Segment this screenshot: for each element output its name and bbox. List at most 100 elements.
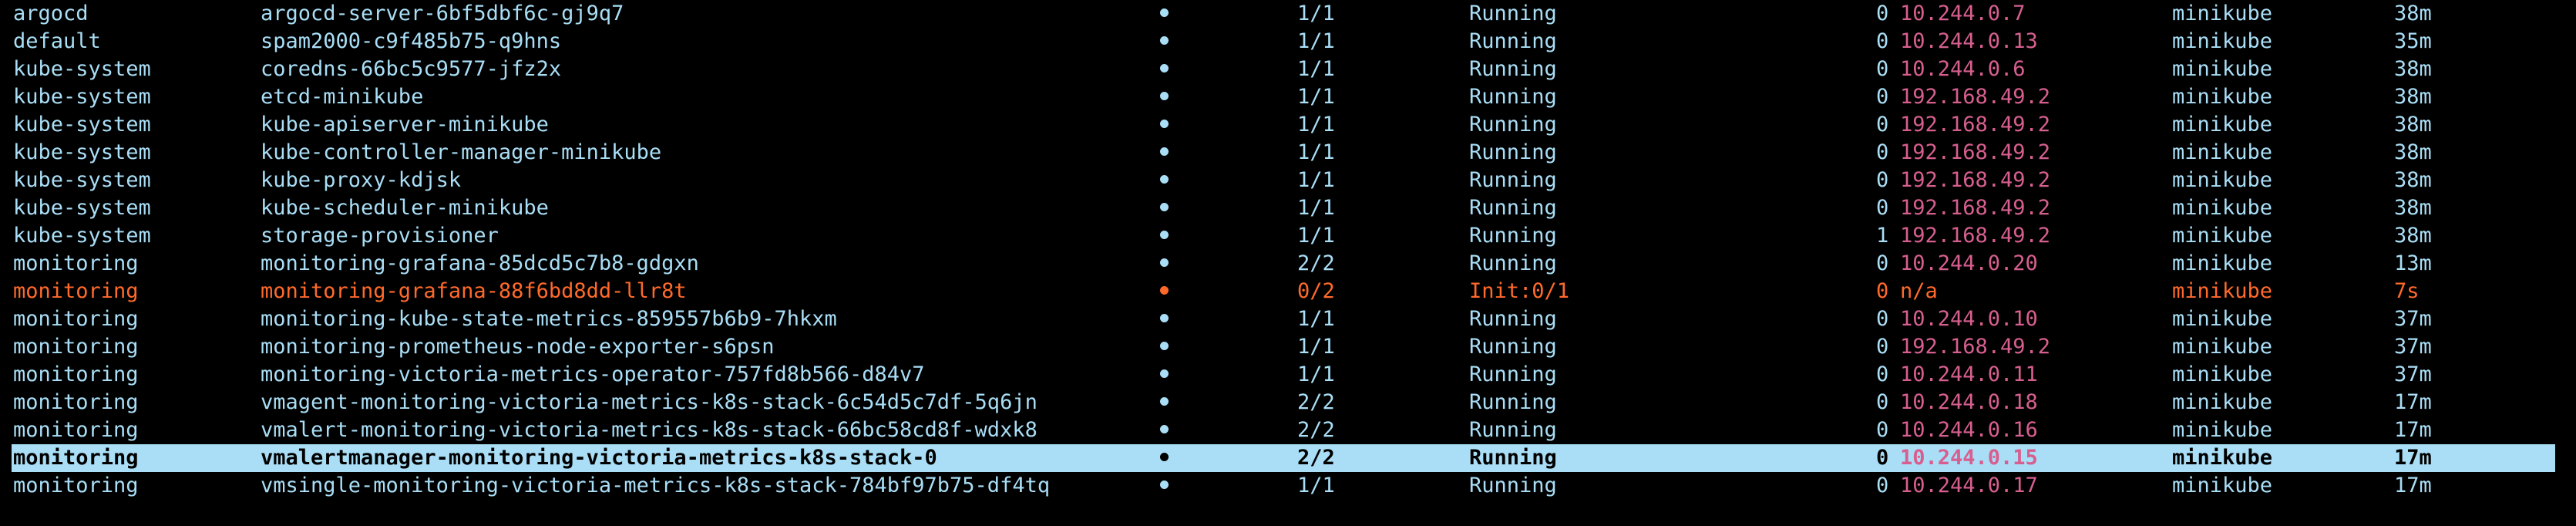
- pod-namespace: kube-system: [13, 85, 151, 109]
- pod-node: minikube: [2172, 251, 2273, 275]
- pod-age: 38m: [2394, 168, 2432, 192]
- pod-name: vmalert-monitoring-victoria-metrics-k8s-…: [261, 418, 1037, 442]
- pod-status: Init:0/1: [1469, 279, 1570, 303]
- pod-status: Running: [1469, 113, 1557, 137]
- pod-restarts: 0: [1876, 113, 1889, 137]
- pod-name: spam2000-c9f485b75-q9hns: [261, 29, 562, 53]
- pod-name: monitoring-victoria-metrics-operator-757…: [261, 362, 925, 386]
- pod-status: Running: [1469, 2, 1557, 25]
- pod-ip: 10.244.0.20: [1900, 251, 2038, 275]
- table-row[interactable]: monitoring monitoring-victoria-metrics-op…: [0, 361, 2576, 389]
- pod-ready: 1/1: [1297, 2, 1335, 25]
- pod-ip: 192.168.49.2: [1900, 224, 2051, 248]
- table-row[interactable]: monitoring vmalert-monitoring-victoria-me…: [0, 416, 2576, 444]
- pod-ready: 1/1: [1297, 140, 1335, 164]
- pod-status: Running: [1469, 85, 1557, 109]
- pod-ip: 10.244.0.7: [1900, 2, 2026, 25]
- status-dot-icon: [1160, 175, 1169, 184]
- table-row[interactable]: kube-system coredns-66bc5c9577-jfz2x 1/1 Ru…: [0, 56, 2576, 83]
- status-dot-icon: [1160, 36, 1169, 45]
- pod-ip: 10.244.0.11: [1900, 362, 2038, 386]
- table-row[interactable]: monitoring monitoring-grafana-85dcd5c7b8-…: [0, 250, 2576, 278]
- status-dot-icon: [1160, 92, 1169, 100]
- status-dot-icon: [1160, 286, 1169, 295]
- pod-status: Running: [1469, 418, 1557, 442]
- pod-ready: 2/2: [1297, 446, 1335, 470]
- pod-restarts: 0: [1876, 335, 1889, 359]
- pod-name: vmagent-monitoring-victoria-metrics-k8s-…: [261, 390, 1037, 414]
- pod-name: coredns-66bc5c9577-jfz2x: [261, 57, 562, 81]
- table-row[interactable]: default spam2000-c9f485b75-q9hns 1/1 Runnin…: [0, 28, 2576, 56]
- pod-name: monitoring-grafana-85dcd5c7b8-gdgxn: [261, 251, 699, 275]
- pod-ready: 1/1: [1297, 196, 1335, 220]
- pod-restarts: 0: [1876, 474, 1889, 497]
- status-indicator: [1160, 333, 1169, 361]
- status-dot-icon: [1160, 314, 1169, 322]
- pod-namespace: kube-system: [13, 140, 151, 164]
- pod-ip: 10.244.0.15: [1900, 446, 2038, 470]
- pod-namespace: monitoring: [13, 335, 139, 359]
- pod-namespace: kube-system: [13, 57, 151, 81]
- pod-namespace: monitoring: [13, 251, 139, 275]
- pod-namespace: default: [13, 29, 101, 53]
- pod-status: Running: [1469, 57, 1557, 81]
- status-dot-icon: [1160, 397, 1169, 406]
- pod-status: Running: [1469, 307, 1557, 331]
- table-row[interactable]: kube-system kube-apiserver-minikube 1/1 Run…: [0, 111, 2576, 139]
- pod-status: Running: [1469, 168, 1557, 192]
- pod-node: minikube: [2172, 418, 2273, 442]
- pod-node: minikube: [2172, 196, 2273, 220]
- pod-namespace: kube-system: [13, 224, 151, 248]
- pod-ip: 192.168.49.2: [1900, 335, 2051, 359]
- pod-ready: 1/1: [1297, 57, 1335, 81]
- pod-age: 17m: [2394, 418, 2432, 442]
- pod-age: 17m: [2394, 390, 2432, 414]
- pod-ready: 2/2: [1297, 251, 1335, 275]
- status-dot-icon: [1160, 147, 1169, 156]
- table-row[interactable]: kube-system kube-proxy-kdjsk 1/1 Running 0 19…: [0, 167, 2576, 194]
- pod-name: kube-apiserver-minikube: [261, 113, 549, 137]
- table-row[interactable]: monitoring monitoring-kube-state-metrics-…: [0, 305, 2576, 333]
- pod-name: vmalertmanager-monitoring-victoria-metri…: [261, 446, 937, 470]
- pod-age: 38m: [2394, 140, 2432, 164]
- pod-node: minikube: [2172, 446, 2273, 470]
- table-row[interactable]: monitoring monitoring-prometheus-node-exp…: [0, 333, 2576, 361]
- status-dot-icon: [1160, 120, 1169, 128]
- status-indicator: [1160, 83, 1169, 111]
- pod-age: 17m: [2394, 474, 2432, 497]
- status-indicator: [1160, 416, 1169, 444]
- pod-ready: 2/2: [1297, 418, 1335, 442]
- pod-name: storage-provisioner: [261, 224, 499, 248]
- status-dot-icon: [1160, 369, 1169, 378]
- pod-ip: 10.244.0.6: [1900, 57, 2026, 81]
- status-dot-icon: [1160, 453, 1169, 461]
- pods-table: argocd argocd-server-6bf5dbf6c-gj9q7 1/1 Ru…: [0, 0, 2576, 500]
- table-row[interactable]: monitoring monitoring-grafana-88f6bd8dd-l…: [0, 278, 2576, 305]
- table-row[interactable]: monitoring vmsingle-monitoring-victoria-m…: [0, 472, 2576, 500]
- status-indicator: [1160, 222, 1169, 250]
- pod-age: 38m: [2394, 196, 2432, 220]
- table-row[interactable]: monitoring vmagent-monitoring-victoria-me…: [0, 389, 2576, 416]
- pod-node: minikube: [2172, 140, 2273, 164]
- table-row[interactable]: kube-system storage-provisioner 1/1 Running…: [0, 222, 2576, 250]
- status-dot-icon: [1160, 425, 1169, 433]
- pod-namespace: monitoring: [13, 307, 139, 331]
- pod-status: Running: [1469, 390, 1557, 414]
- table-row[interactable]: argocd argocd-server-6bf5dbf6c-gj9q7 1/1 Ru…: [0, 0, 2576, 28]
- pod-namespace: monitoring: [13, 418, 139, 442]
- table-row[interactable]: kube-system etcd-minikube 1/1 Running 0 192.1…: [0, 83, 2576, 111]
- table-row-selected[interactable]: monitoring vmalertmanager-monitoring-vict…: [12, 444, 2555, 472]
- pod-restarts: 0: [1876, 251, 1889, 275]
- pod-status: Running: [1469, 362, 1557, 386]
- status-dot-icon: [1160, 203, 1169, 211]
- status-indicator: [1160, 167, 1169, 194]
- pod-namespace: kube-system: [13, 168, 151, 192]
- table-row[interactable]: kube-system kube-scheduler-minikube 1/1 Run…: [0, 194, 2576, 222]
- pod-namespace: monitoring: [13, 362, 139, 386]
- status-indicator: [1160, 305, 1169, 333]
- pod-ip: 10.244.0.13: [1900, 29, 2038, 53]
- pod-restarts: 0: [1876, 279, 1889, 303]
- table-row[interactable]: kube-system kube-controller-manager-minik…: [0, 139, 2576, 167]
- status-indicator: [1160, 472, 1169, 500]
- pod-status: Running: [1469, 251, 1557, 275]
